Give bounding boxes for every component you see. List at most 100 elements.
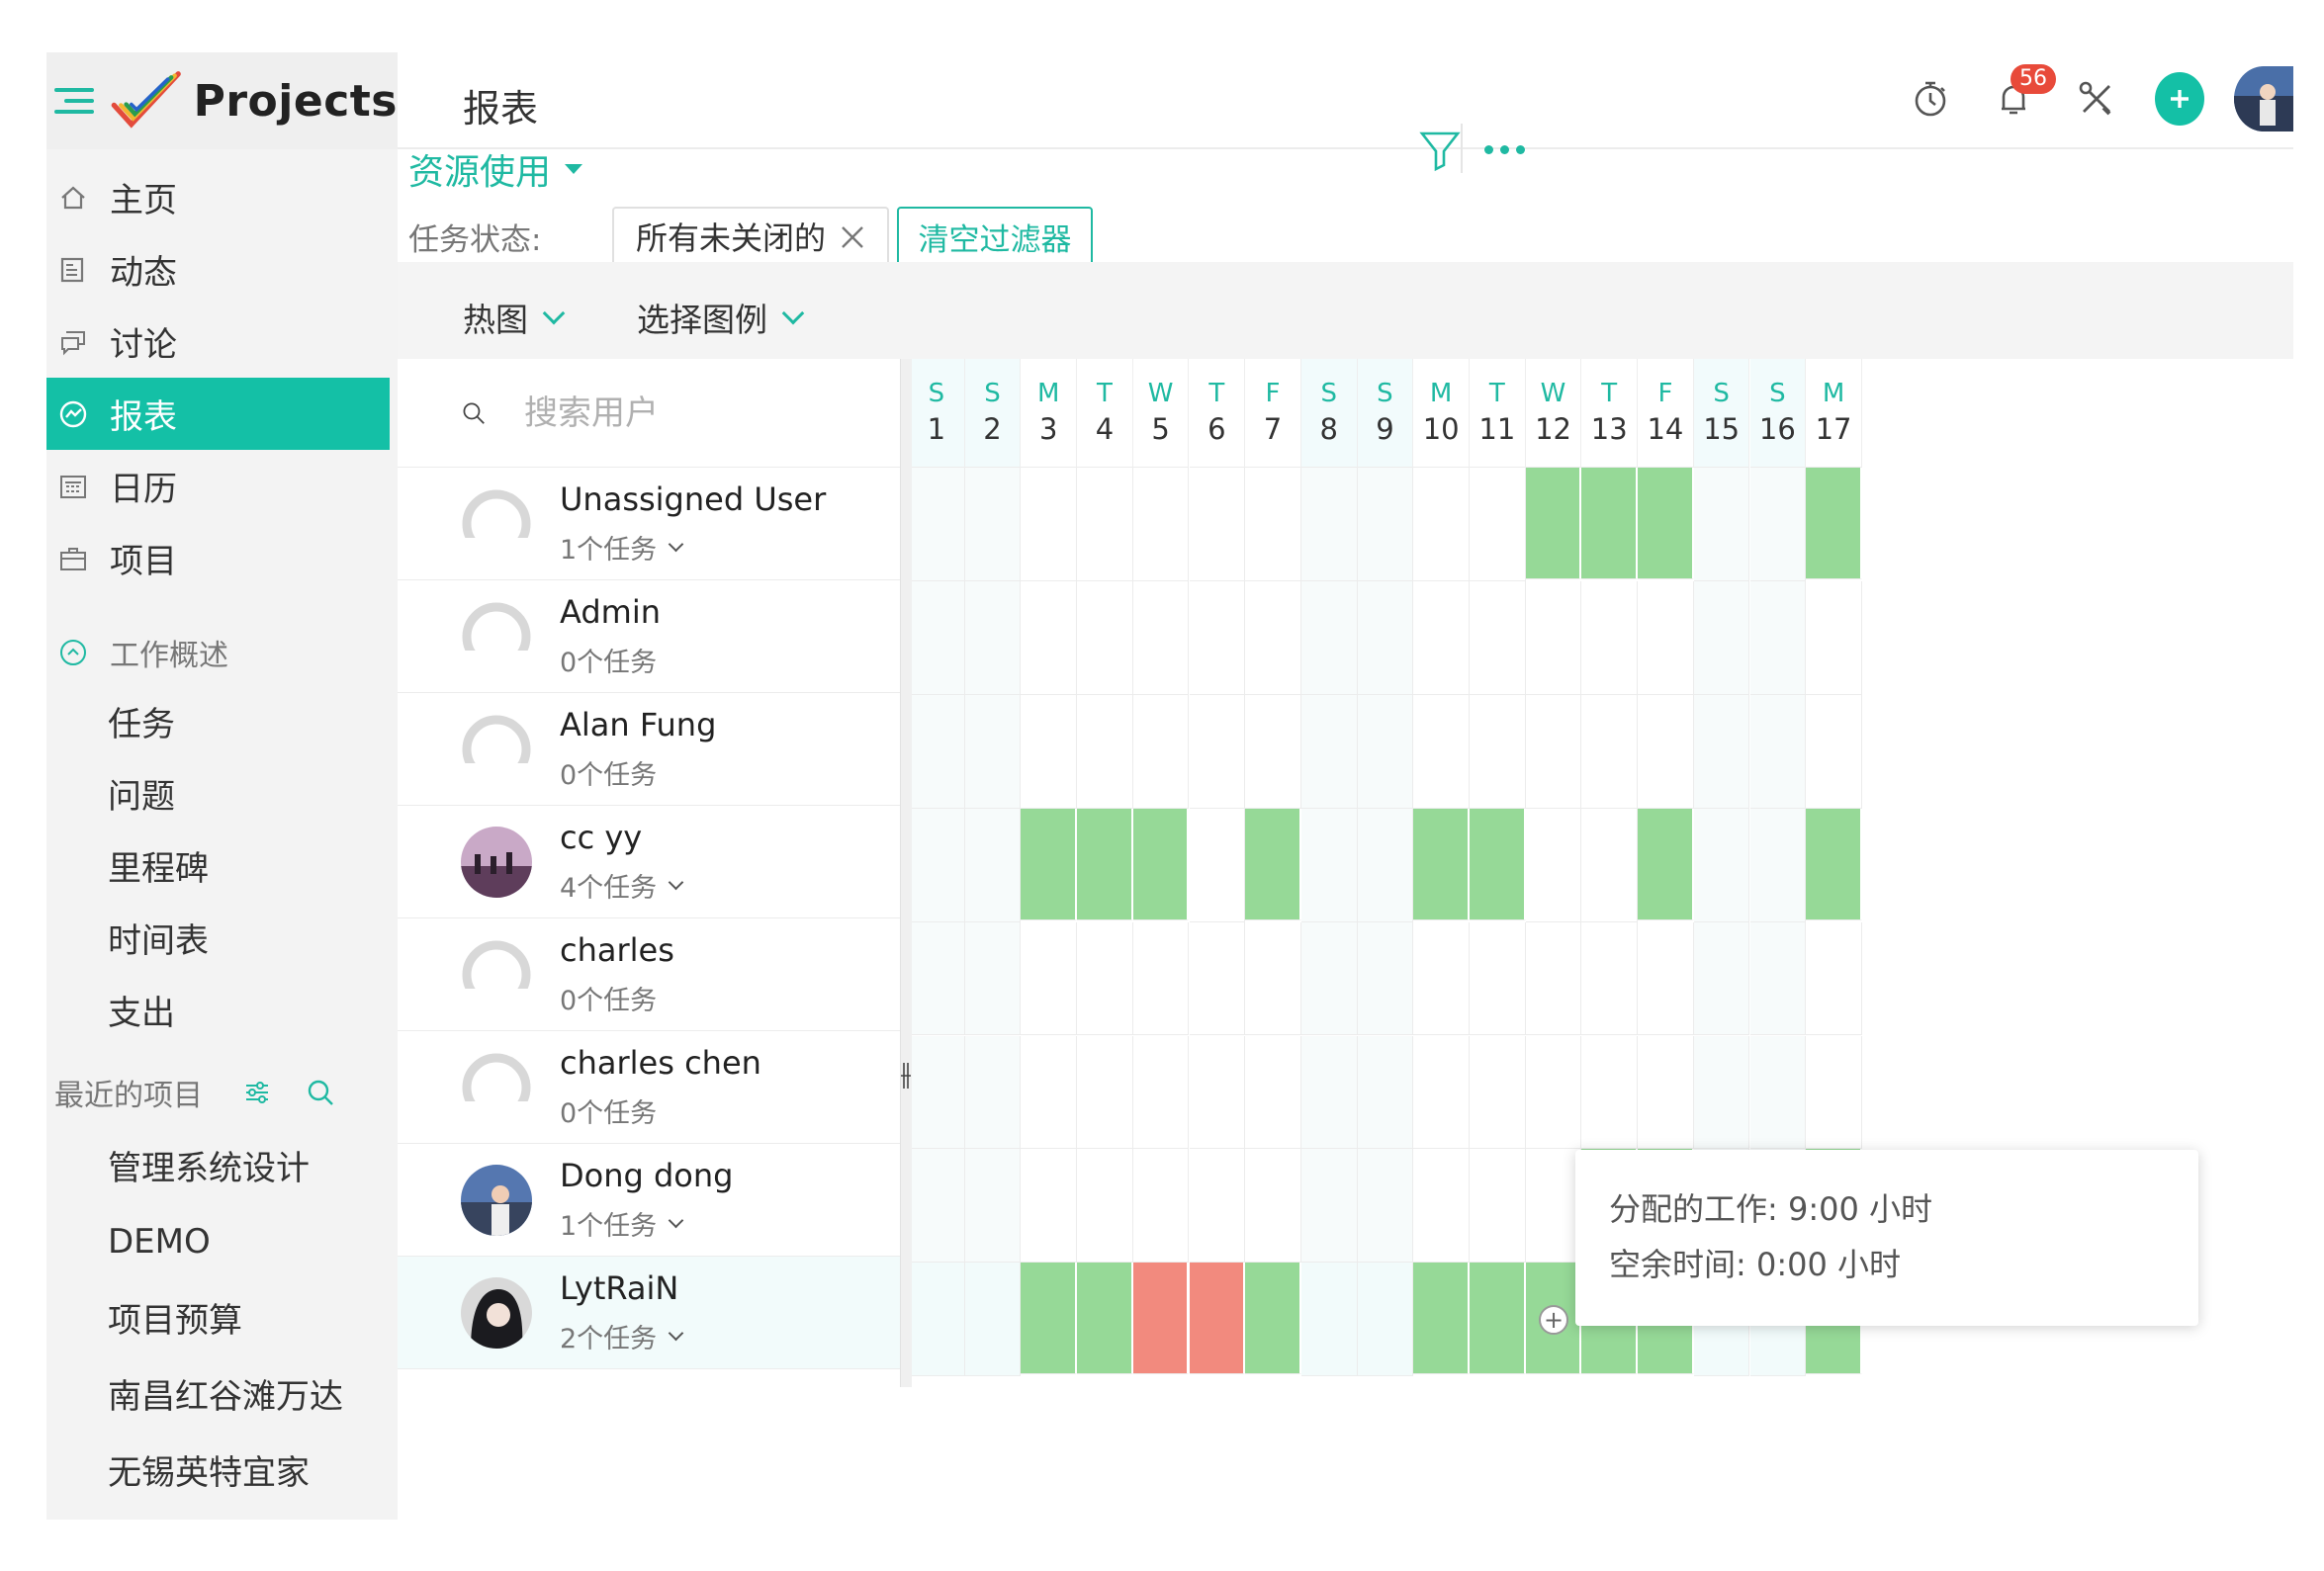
heatmap-cell[interactable] [1413,1149,1470,1264]
user-row[interactable]: charles chen 0个任务 [398,1031,900,1144]
heatmap-cell[interactable] [1470,468,1526,581]
sidebar-item-issues[interactable]: 问题 [46,757,398,829]
heatmap-cell[interactable] [1189,580,1246,695]
recent-project-item[interactable]: 管理系统设计 [46,1127,398,1203]
heatmap-cell[interactable] [1132,921,1190,1036]
drag-handle-icon[interactable] [901,1061,911,1091]
heatmap-cell[interactable] [1470,921,1526,1036]
user-row[interactable]: Dong dong 1个任务 [398,1144,900,1257]
heatmap-cell[interactable] [912,1035,965,1150]
heatmap-cell[interactable] [1525,694,1582,809]
heatmap-cell[interactable] [1077,580,1133,695]
heatmap-cell[interactable] [1077,921,1133,1036]
heatmap-cell[interactable] [1470,694,1526,809]
heatmap-cell[interactable] [1132,694,1190,809]
sidebar-item-milestones[interactable]: 里程碑 [46,829,398,902]
recent-project-item[interactable]: 南昌红谷滩万达 [46,1355,398,1432]
sidebar-item-expenses[interactable]: 支出 [46,974,398,1046]
user-row[interactable]: charles 0个任务 [398,918,900,1031]
heatmap-cell[interactable] [1021,1035,1078,1150]
heatmap-cell[interactable] [912,1263,965,1377]
heatmap-cell[interactable] [1077,468,1133,581]
heatmap-cell[interactable] [1413,1263,1470,1375]
heatmap-cell[interactable] [1638,1035,1694,1150]
heatmap-cell[interactable] [1581,580,1639,695]
heatmap-cell[interactable] [1132,1263,1190,1375]
user-row[interactable]: Admin 0个任务 [398,580,900,693]
heatmap-cell[interactable] [964,694,1022,809]
timer-button[interactable] [1906,74,1955,124]
heatmap-cell[interactable] [1693,580,1750,695]
heatmap-cell[interactable] [1189,1149,1246,1264]
heatmap-cell[interactable] [964,1149,1022,1264]
column-splitter[interactable] [900,359,912,1387]
recent-project-item[interactable]: 无锡英特宜家 [46,1432,398,1508]
add-allocation-icon[interactable]: + [1539,1304,1569,1335]
heatmap-cell[interactable] [1189,808,1246,922]
heatmap-cell[interactable] [912,921,965,1036]
heatmap-cell[interactable] [1806,694,1862,809]
heatmap-cell[interactable] [1413,694,1470,809]
heatmap-cell[interactable] [1245,1263,1301,1375]
heatmap-cell[interactable] [912,808,965,922]
legend-dropdown[interactable]: 选择图例 [637,294,805,341]
nav-item-calendar[interactable]: 日历 [46,450,398,522]
heatmap-cell[interactable] [1357,1035,1414,1150]
heatmap-cell[interactable] [1189,468,1246,581]
user-row[interactable]: Alan Fung 0个任务 [398,693,900,806]
heatmap-cell[interactable] [964,808,1022,922]
task-count[interactable]: 2个任务 [560,1317,684,1355]
heatmap-cell[interactable] [1021,808,1078,920]
heatmap-cell[interactable] [912,580,965,695]
heatmap-cell[interactable] [1581,808,1639,922]
heatmap-cell[interactable] [1077,1263,1133,1375]
heatmap-cell[interactable] [1470,808,1526,920]
heatmap-cell[interactable] [1245,694,1301,809]
close-icon[interactable] [840,224,865,250]
heatmap-cell[interactable] [1077,1035,1133,1150]
heatmap-cell[interactable] [1300,1035,1358,1150]
heatmap-cell[interactable] [1525,1035,1582,1150]
heatmap-cell[interactable] [1693,1035,1750,1150]
heatmap-cell[interactable] [1413,580,1470,695]
heatmap-cell[interactable] [1245,468,1301,581]
heatmap-cell[interactable] [1525,1149,1582,1264]
nav-item-discussion[interactable]: 讨论 [46,305,398,378]
user-row[interactable]: Unassigned User 1个任务 [398,468,900,580]
sidebar-item-tasks[interactable]: 任务 [46,685,398,757]
recent-project-item[interactable]: 项目预算 [46,1279,398,1355]
heatmap-cell[interactable] [1638,808,1694,920]
heatmap-cell[interactable] [1749,921,1807,1036]
recent-project-item[interactable]: DEMO [46,1203,398,1279]
heatmap-cell[interactable] [1693,468,1750,581]
heatmap-cell[interactable] [1300,921,1358,1036]
heatmap-cell[interactable] [964,921,1022,1036]
heatmap-cell[interactable] [1749,1035,1807,1150]
heatmap-cell[interactable] [1021,1149,1078,1264]
heatmap-cell[interactable] [1021,468,1078,581]
heatmap-cell[interactable] [1300,808,1358,922]
heatmap-cell[interactable] [1245,808,1301,920]
heatmap-cell[interactable] [1470,1149,1526,1264]
user-avatar[interactable] [2234,66,2293,131]
heatmap-cell[interactable] [1132,468,1190,581]
search-icon[interactable] [306,1078,335,1107]
heatmap-cell[interactable] [1638,580,1694,695]
task-status-filter-chip[interactable]: 所有未关闭的 [612,207,889,266]
report-view-dropdown[interactable]: 资源使用 [408,143,583,195]
heatmap-cell[interactable] [1132,580,1190,695]
tools-button[interactable] [2072,74,2121,124]
heatmap-cell[interactable] [1806,580,1862,695]
chart-type-dropdown[interactable]: 热图 [463,294,566,341]
heatmap-cell[interactable] [1077,1149,1133,1264]
heatmap-cell[interactable] [1357,1263,1414,1377]
sliders-icon[interactable] [242,1078,272,1107]
heatmap-cell[interactable] [1189,694,1246,809]
user-row[interactable]: LytRaiN 2个任务 [398,1257,900,1369]
heatmap-cell[interactable] [1693,921,1750,1036]
user-search-input[interactable] [524,393,900,433]
heatmap-cell[interactable] [1525,468,1582,579]
heatmap-cell[interactable] [1693,694,1750,809]
heatmap-cell[interactable] [1806,921,1862,1036]
heatmap-cell[interactable] [1413,808,1470,920]
